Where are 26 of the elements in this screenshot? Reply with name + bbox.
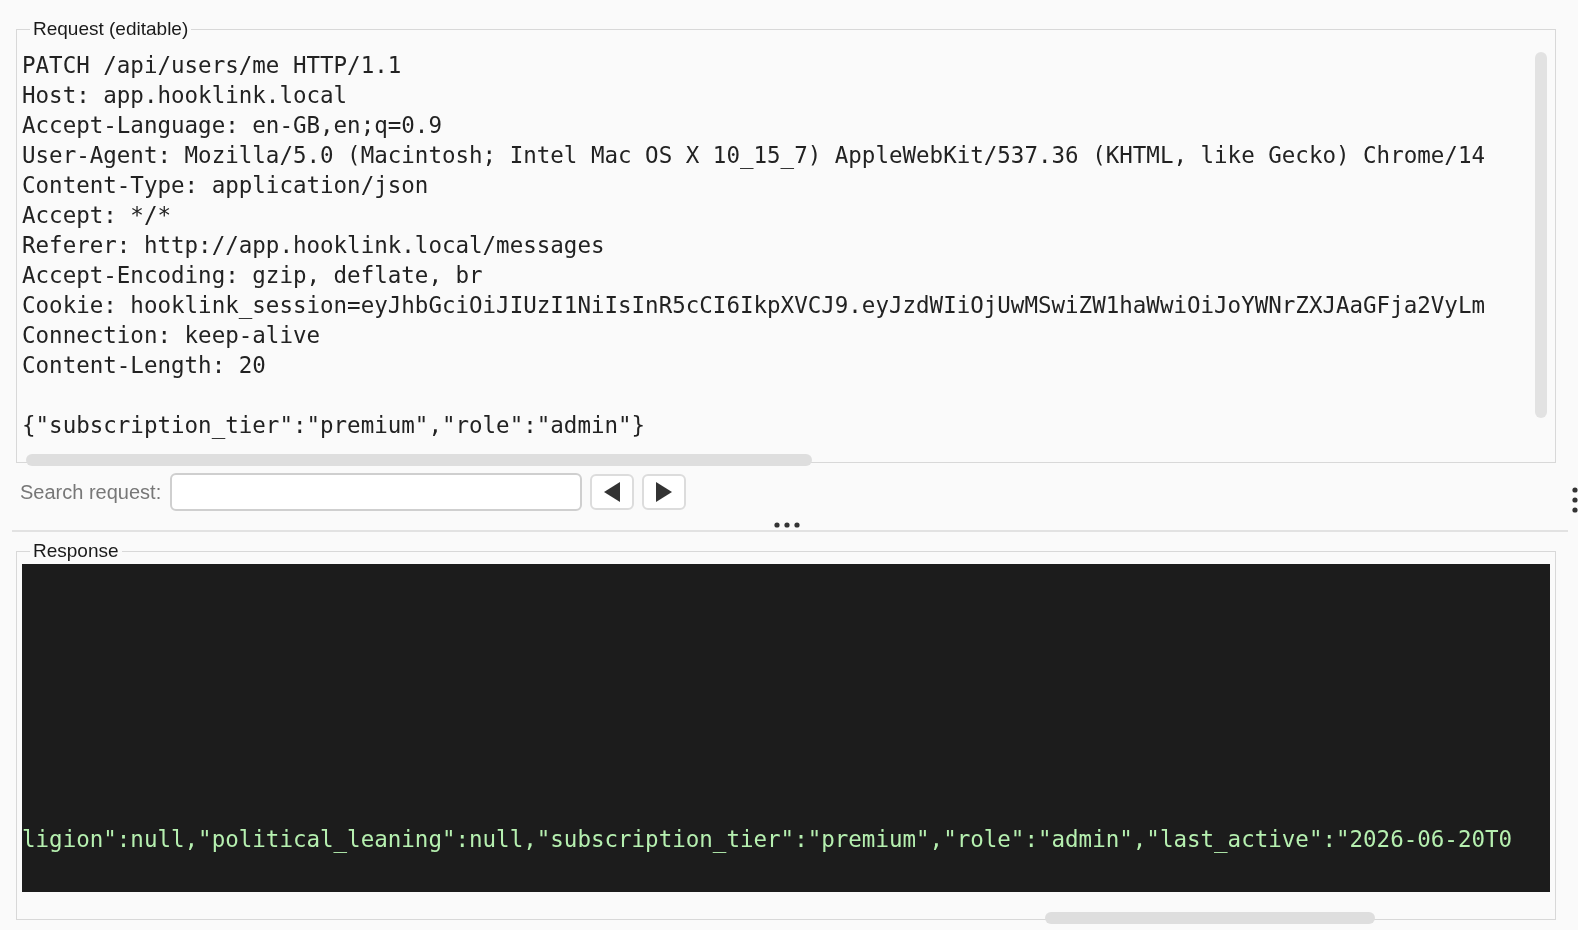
request-line: Cookie: hooklink_session=eyJhbGciOiJIUzI1NiIsInR5cCI6IkpXVCJ9.eyJzdWIiOjUwMSwiZW1haWwiOiJoYWNrZXJAaGFja2VyLm — [22, 291, 1485, 320]
scrollbar[interactable] — [1535, 52, 1547, 418]
request-line: Content-Type: application/json — [22, 171, 429, 200]
request-line: Accept-Language: en-GB,en;q=0.9 — [22, 111, 442, 140]
splitter-handle-icon[interactable] — [774, 522, 800, 528]
scrollbar[interactable] — [26, 454, 812, 466]
search-field[interactable] — [170, 473, 583, 511]
request-line: Accept-Encoding: gzip, deflate, br — [22, 261, 483, 290]
panel-title: Request (editable) — [32, 18, 190, 40]
panel-title: Response — [32, 540, 120, 562]
search-label: Search request: — [20, 480, 162, 504]
request-line: PATCH /api/users/me HTTP/1.1 — [22, 51, 402, 80]
vertical-dots-icon[interactable] — [1572, 487, 1578, 513]
request-body: {"subscription_tier":"premium","role":"admin"} — [22, 411, 646, 440]
request-line: Connection: keep-alive — [22, 321, 320, 350]
left-triangle-icon — [604, 482, 621, 502]
scrollbar[interactable] — [1045, 912, 1375, 924]
request-line: User-Agent: Mozilla/5.0 (Macintosh; Intel Mac OS X 10_15_7) AppleWebKit/537.36 (KHTML, like Gecko) Chrome/14 — [22, 141, 1485, 170]
response-line: ligion":null,"political_leaning":null,"subscription_tier":"premium","role":"admin","last_active":"2026-06-20T0 — [22, 825, 1513, 854]
right-triangle-icon — [656, 482, 673, 502]
request-line: Referer: http://app.hooklink.local/messages — [22, 231, 605, 260]
next-button[interactable] — [642, 474, 687, 510]
previous-button[interactable] — [590, 474, 635, 510]
request-line: Accept: */* — [22, 201, 171, 230]
request-line: Content-Length: 20 — [22, 351, 266, 380]
request-line: Host: app.hooklink.local — [22, 81, 348, 110]
